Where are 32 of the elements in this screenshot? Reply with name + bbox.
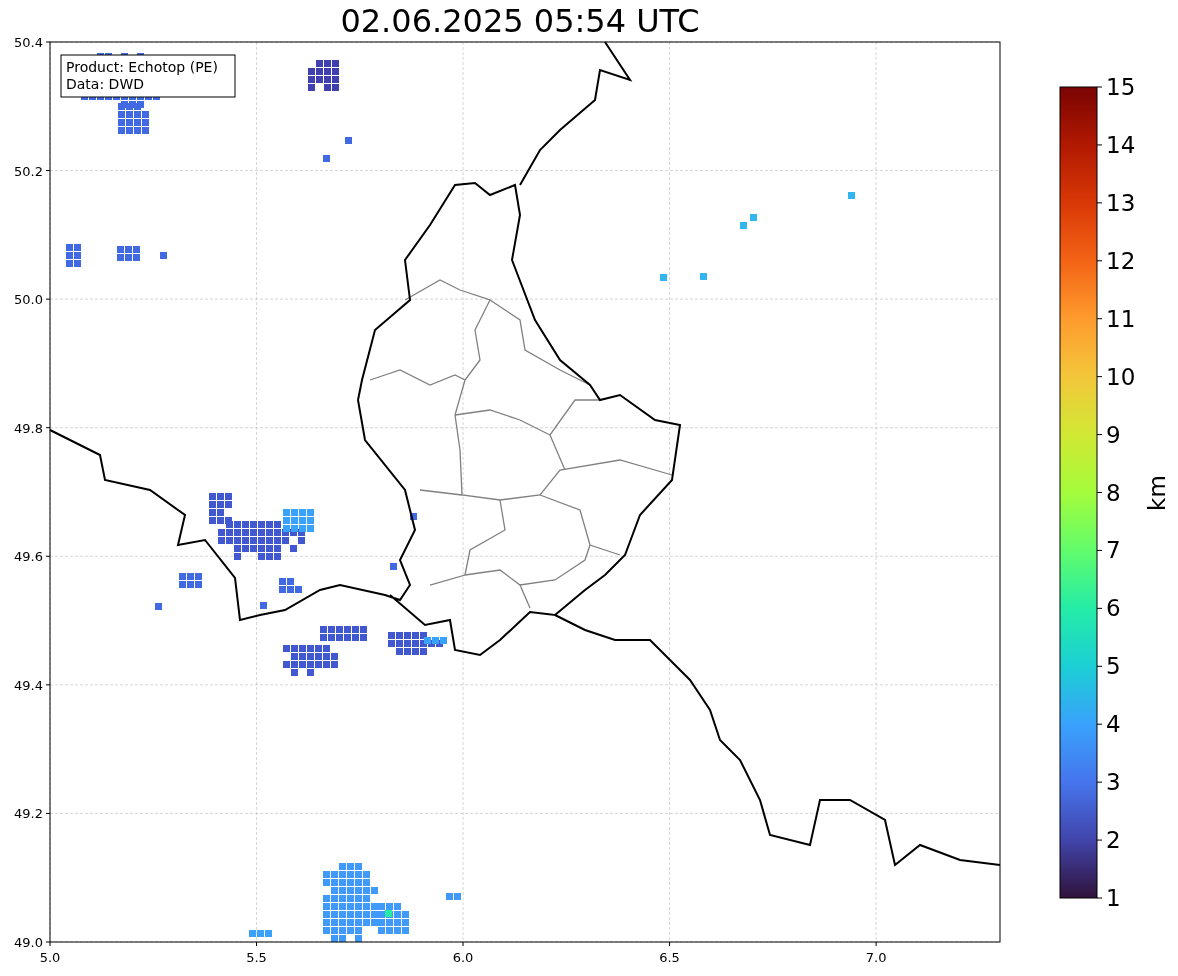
chart-title: 02.06.2025 05:54 UTC	[340, 1, 700, 42]
axis-tick-label: 5.5	[246, 950, 267, 965]
axis-tick-label: 50.2	[14, 163, 43, 179]
legend-text: Product: Echotop (PE)	[66, 59, 218, 75]
axis-tick-label: 49.8	[14, 420, 43, 436]
axis-tick-label: 49.2	[14, 806, 43, 822]
axis-tick-label: 6.5	[659, 950, 680, 965]
axis-tick-label: 7.0	[865, 950, 887, 965]
colorbar-label: km	[1144, 475, 1170, 511]
colorbar-tick-label: 4	[1106, 711, 1121, 738]
colorbar-tick-label: 7	[1106, 537, 1121, 564]
colorbar-tick-label: 3	[1106, 769, 1121, 796]
axis-tick-label: 50.0	[14, 292, 43, 308]
axis-tick-label: 49.6	[14, 549, 43, 565]
colorbar-tick-label: 12	[1106, 247, 1136, 274]
axis-tick-label: 50.4	[14, 35, 43, 50]
axis-tick-label: 6.0	[452, 950, 474, 965]
colorbar-tick-label: 8	[1106, 479, 1121, 506]
axis-tick-label: 49.0	[14, 935, 43, 950]
colorbar-tick-label: 5	[1106, 653, 1121, 680]
colorbar-tick-label: 9	[1106, 421, 1121, 448]
colorbar-tick-label: 2	[1106, 827, 1121, 854]
axis-tick-label: 5.0	[39, 950, 61, 965]
colorbar-tick-label: 14	[1106, 131, 1136, 158]
colorbar-tick-label: 10	[1106, 363, 1136, 390]
colorbar-tick-label: 1	[1106, 885, 1121, 911]
colorbar-tick-label: 15	[1106, 74, 1136, 100]
colorbar-tick-label: 6	[1106, 595, 1121, 622]
colorbar-tick-label: 13	[1106, 189, 1136, 216]
colorbar-tick-label: 11	[1106, 305, 1136, 332]
axis-tick-label: 49.4	[14, 677, 43, 693]
legend-text: Data: DWD	[66, 76, 144, 92]
